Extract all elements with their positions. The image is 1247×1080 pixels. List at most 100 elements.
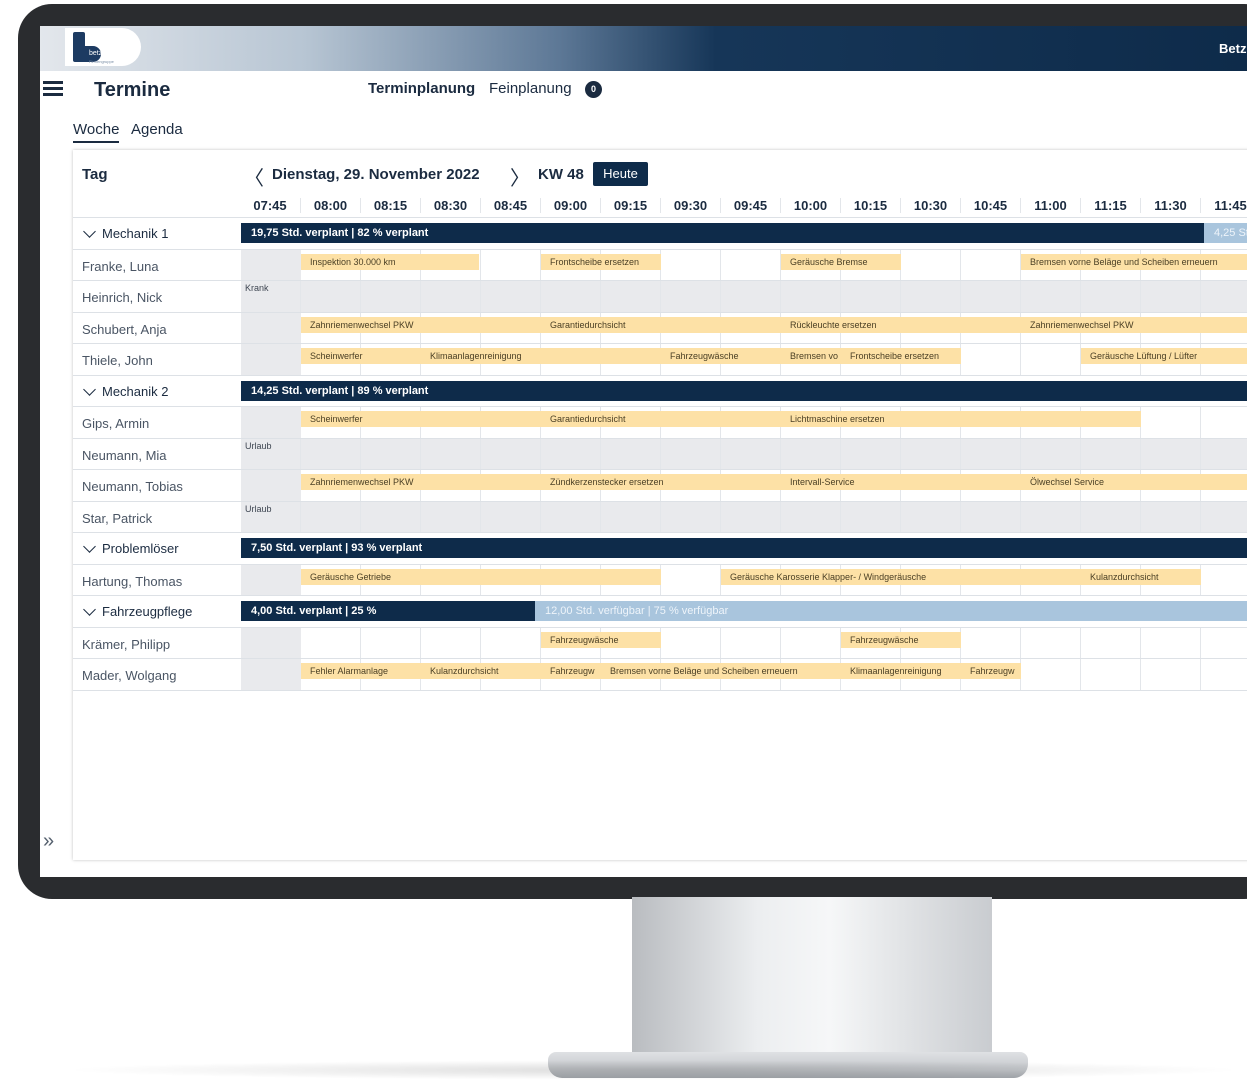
appointment[interactable]: Geräusche Karosserie Klapper- / Windgerä… [721,568,1081,585]
appointment[interactable]: Geräusche Getriebe [301,568,661,585]
appointment[interactable]: Inspektion 30.000 km [301,253,479,270]
appointment[interactable]: Intervall-Service [781,474,1021,490]
appointment[interactable]: Bremsen vo [781,348,841,364]
resource-lane[interactable]: Urlaub [241,501,1247,533]
time-tick: 08:00 [300,198,360,213]
resource-lane[interactable]: Geräusche Getriebe Geräusche Karosserie K… [241,564,1247,596]
chevron-down-icon[interactable] [83,382,96,396]
group-name: Mechanik 1 [102,226,169,241]
resource-lane[interactable]: Fahrzeugwäsche Fahrzeugwäsche [241,627,1247,659]
resource-lane[interactable]: Zahnriemenwechsel PKW Garantiedurchsicht R… [241,312,1247,344]
feinplanung-count-badge: 0 [585,81,602,98]
company-logo[interactable]: betzemeier Firmengruppe [65,28,141,66]
appointment[interactable]: Scheinwerfer [301,411,541,427]
time-tick: 11:45 [1200,198,1247,213]
resource-lane[interactable]: Scheinwerfer Garantiedurchsicht Lichtmasch… [241,407,1247,439]
resource-name[interactable]: Gips, Armin [82,416,149,431]
appointment[interactable]: Klimaanlagenreinigung [421,348,661,364]
appointment[interactable]: Zahnriemenwechsel PKW [301,474,541,490]
resource-lane[interactable]: Inspektion 30.000 km Frontscheibe ersetze… [241,249,1247,281]
previous-day-icon[interactable]: 〈 [244,162,264,191]
resource-name[interactable]: Krämer, Philipp [82,637,170,652]
resource-lane[interactable]: Krank [241,281,1247,313]
user-name[interactable]: Betz [1219,41,1246,56]
resource-name[interactable]: Neumann, Tobias [82,479,183,494]
tab-feinplanung[interactable]: Feinplanung [489,80,572,97]
appointment[interactable]: Bremsen vorne Beläge und Scheiben erneue… [1021,253,1247,270]
resource-name[interactable]: Thiele, John [82,353,153,368]
appointment[interactable]: Fehler Alarmanlage [301,663,421,679]
time-tick: 11:00 [1020,198,1080,213]
appointment[interactable]: Geräusche Lüftung / Lüfter [1081,348,1247,364]
resource-name[interactable]: Heinrich, Nick [82,290,162,305]
appointment[interactable]: Zahnriemenwechsel PKW [301,316,541,333]
app-screen: betzemeier Firmengruppe Betz Termine Ter… [40,26,1247,877]
rows-end-line [73,689,1247,691]
absence-label: Urlaub [245,440,272,451]
group-toggle[interactable]: Problemlöser [82,540,179,556]
appointment[interactable]: Fahrzeugwäsche [661,348,781,364]
group-toggle[interactable]: Mechanik 2 [82,382,169,399]
appointment[interactable]: Klimaanlagenreinigung [841,663,961,679]
group-row: Fahrzeugpflege 4,00 Std. verplant | 25 % 1… [73,595,1247,627]
resource-lane[interactable]: Fehler Alarmanlage Kulanzdurchsicht Fahrze… [241,659,1247,691]
current-date[interactable]: Dienstag, 29. November 2022 [272,166,480,183]
logo-subtitle: Firmengruppe [89,59,114,64]
group-toggle[interactable]: Mechanik 1 [82,225,169,241]
appointment[interactable]: Scheinwerfer [301,348,421,364]
resource-name[interactable]: Mader, Wolgang [82,668,176,683]
tab-terminplanung[interactable]: Terminplanung [368,80,475,97]
top-bar: betzemeier Firmengruppe Betz [40,26,1247,71]
resource-name[interactable]: Star, Patrick [82,511,152,526]
pre-time-block [241,407,301,439]
view-tab-woche[interactable]: Woche [73,121,120,143]
appointment[interactable]: Fahrzeugw [961,663,1021,679]
resource-name[interactable]: Neumann, Mia [82,448,167,463]
time-tick: 11:15 [1080,198,1140,213]
appointment[interactable]: Lichtmaschine ersetzen [781,411,1141,427]
appointment[interactable]: Fahrzeugwäsche [541,631,661,648]
time-tick: 10:00 [780,198,840,213]
appointment[interactable]: Fahrzeugwäsche [841,631,961,648]
absence-label: Krank [245,283,269,293]
appointment[interactable]: Bremsen vorne Beläge und Scheiben erneue… [601,663,841,679]
appointment[interactable]: Zündkerzenstecker ersetzen [541,474,781,490]
view-tab-agenda[interactable]: Agenda [131,121,183,138]
resource-row: Mader, Wolgang Fehler Alarmanlage Kulanzdu… [73,658,1247,691]
resource-lane[interactable]: Urlaub [241,438,1247,470]
appointment[interactable]: Ölwechsel Service [1021,474,1247,490]
next-day-icon[interactable]: 〉 [510,162,530,191]
resource-lane[interactable]: Scheinwerfer Klimaanlagenreinigung Fahrzeu… [241,344,1247,376]
appointment[interactable]: Geräusche Bremse [781,253,901,270]
appointment[interactable]: Zahnriemenwechsel PKW [1021,316,1247,333]
appointment[interactable]: Fahrzeugw [541,663,601,679]
expand-sidebar-icon[interactable]: » [43,830,54,853]
chevron-down-icon[interactable] [83,225,96,238]
resource-lane[interactable]: Zahnriemenwechsel PKW Zündkerzenstecker e… [241,470,1247,502]
hamburger-menu-icon[interactable] [43,81,63,97]
chevron-down-icon[interactable] [83,540,96,553]
group-row: Problemlöser 7,50 Std. verplant | 93 % ve… [73,532,1247,564]
appointment[interactable]: Garantiedurchsicht [541,411,781,427]
chevron-down-icon[interactable] [83,603,96,616]
resource-name[interactable]: Hartung, Thomas [82,574,182,589]
appointment[interactable]: Frontscheibe ersetzen [841,348,961,364]
appointment[interactable]: Kulanzdurchsicht [421,663,541,679]
resource-row: Neumann, Tobias Zahnriemenwechsel PKW Zünd… [73,469,1247,502]
time-tick: 09:00 [540,198,600,213]
group-toggle[interactable]: Fahrzeugpflege [82,603,192,619]
today-button[interactable]: Heute [593,162,648,186]
resource-name[interactable]: Schubert, Anja [82,322,167,337]
appointment[interactable]: Rückleuchte ersetzen [781,316,1021,333]
resource-name[interactable]: Franke, Luna [82,259,159,274]
group-name: Mechanik 2 [102,383,169,399]
pre-time-block [241,249,301,281]
appointment[interactable]: Frontscheibe ersetzen [541,253,661,270]
appointment[interactable]: Garantiedurchsicht [541,316,781,333]
floor-shadow [60,1060,1247,1080]
appointment[interactable]: Kulanzdurchsicht [1081,568,1201,585]
resource-row: Thiele, John Scheinwerfer Klimaanlagenrein… [73,343,1247,376]
time-tick: 09:30 [660,198,720,213]
pre-time-block [241,344,301,376]
resource-row: Schubert, Anja Zahnriemenwechsel PKW Garan… [73,311,1247,344]
